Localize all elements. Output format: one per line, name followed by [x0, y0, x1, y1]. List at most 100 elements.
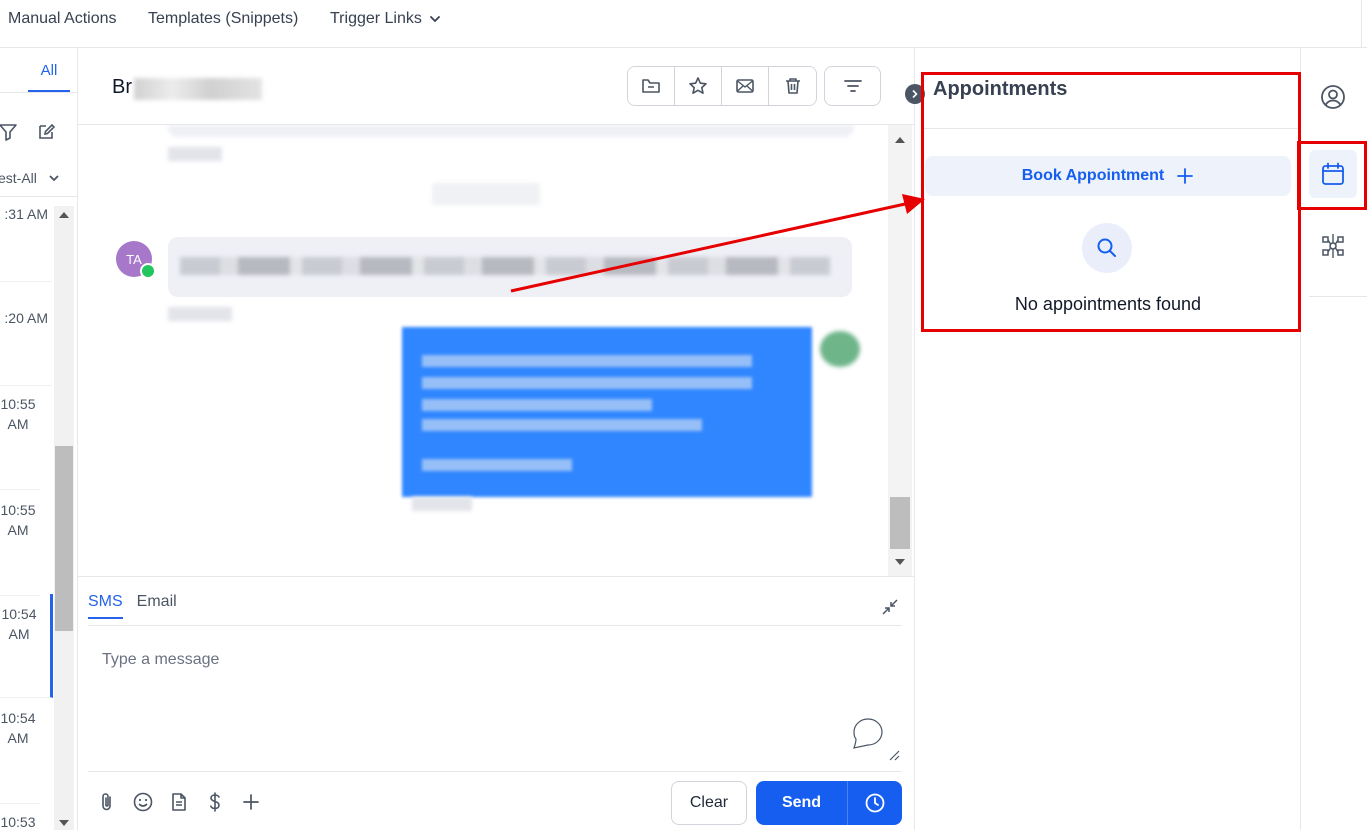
conversation-time: 10:53	[0, 814, 36, 830]
compose-icon[interactable]	[36, 122, 56, 142]
scroll-up-arrow-icon[interactable]	[895, 137, 905, 143]
conversation-actions	[627, 66, 817, 106]
filter-dropdown[interactable]: est-All	[0, 170, 61, 186]
automation-network-icon[interactable]	[1309, 222, 1357, 270]
date-separator	[432, 183, 540, 205]
manual-actions-label: Manual Actions	[8, 10, 117, 27]
trash-icon[interactable]	[769, 67, 816, 105]
avatar-initials: TA	[126, 251, 142, 267]
list-item[interactable]: 10:55 AM	[0, 394, 40, 490]
composer-divider	[88, 771, 902, 772]
avatar: TA	[116, 241, 156, 279]
schedule-clock-icon[interactable]	[848, 781, 902, 825]
tab-email[interactable]: Email	[137, 593, 177, 619]
sort-lines-icon	[842, 75, 864, 97]
message-bubble	[168, 125, 854, 137]
list-item[interactable]: :20 AM	[0, 308, 52, 386]
templates-label: Templates (Snippets)	[148, 10, 299, 27]
right-rail	[1300, 48, 1367, 830]
list-item[interactable]: :31 AM	[0, 204, 52, 282]
avatar	[820, 331, 860, 367]
collapse-icon[interactable]	[880, 597, 900, 617]
topbar-edge	[1361, 0, 1367, 48]
redacted-text	[422, 377, 752, 389]
redacted-text	[422, 419, 702, 431]
panel-divider	[923, 128, 1301, 129]
trigger-links-label: Trigger Links	[330, 10, 422, 27]
clear-button[interactable]: Clear	[671, 781, 747, 825]
plus-icon	[1176, 167, 1194, 185]
rail-divider	[1309, 296, 1367, 297]
redacted-name	[134, 78, 262, 100]
message-bubble-outgoing	[402, 327, 812, 497]
conversation-time: 10:54 AM	[1, 606, 37, 642]
conversation-time: :20 AM	[4, 310, 48, 326]
star-icon[interactable]	[675, 67, 722, 105]
message-composer: SMS Email Clear Send	[78, 576, 914, 830]
list-item[interactable]: 10:55 AM	[0, 500, 40, 596]
scroll-down-arrow-icon[interactable]	[895, 559, 905, 565]
list-item[interactable]: 10:54 AM	[0, 594, 53, 698]
conversation-time: 10:55 AM	[0, 502, 36, 538]
redacted-text	[422, 355, 752, 367]
redacted-text	[422, 459, 572, 471]
scroll-down-arrow-icon[interactable]	[59, 820, 69, 826]
filter-icon[interactable]	[0, 122, 18, 142]
scrollbar-thumb[interactable]	[55, 446, 73, 631]
mail-icon[interactable]	[722, 67, 769, 105]
message-bubble	[168, 237, 852, 297]
conversation-time: 10:54 AM	[0, 710, 36, 746]
sort-button[interactable]	[824, 66, 881, 106]
redacted-text	[180, 257, 830, 275]
chevron-down-icon	[47, 171, 61, 185]
payment-dollar-icon[interactable]	[204, 791, 226, 813]
scrollbar-thumb[interactable]	[890, 497, 910, 549]
chat-bubble-icon	[850, 717, 886, 753]
tab-all[interactable]: All	[28, 60, 70, 92]
conversation-time: 10:55 AM	[0, 396, 36, 432]
list-item[interactable]: 10:53	[0, 812, 40, 830]
panel-title: Appointments	[933, 78, 1068, 100]
book-appointment-label: Book Appointment	[1021, 167, 1165, 184]
conversation-time: :31 AM	[4, 206, 48, 222]
message-scrollbar[interactable]	[888, 125, 912, 576]
chevron-down-icon	[428, 12, 442, 26]
tab-divider	[88, 625, 902, 626]
scroll-up-arrow-icon[interactable]	[59, 212, 69, 218]
collapse-panel-icon[interactable]	[905, 84, 925, 104]
emoji-icon[interactable]	[132, 791, 154, 813]
conversation-list-panel: All est-All :31 AM :20 AM 10:55 AM 10:55…	[0, 48, 78, 830]
redacted-text	[422, 399, 652, 411]
send-button-group: Send	[756, 781, 902, 825]
message-timestamp	[168, 307, 232, 321]
message-timestamp	[412, 497, 472, 511]
attachment-icon[interactable]	[96, 791, 118, 813]
trigger-links-dropdown[interactable]: Trigger Links	[330, 10, 442, 28]
tab-divider	[0, 92, 77, 93]
list-divider	[0, 196, 77, 197]
tab-sms[interactable]: SMS	[88, 593, 123, 619]
resize-handle-icon[interactable]	[888, 749, 900, 761]
search-icon	[1082, 223, 1132, 273]
manual-actions-link[interactable]: Manual Actions	[8, 10, 117, 28]
book-appointment-button[interactable]: Book Appointment	[925, 156, 1291, 196]
send-button[interactable]: Send	[756, 781, 848, 825]
contact-name: Br	[112, 76, 132, 98]
conversation-list-scrollbar[interactable]	[54, 206, 74, 830]
message-timestamp	[168, 147, 222, 161]
templates-link[interactable]: Templates (Snippets)	[148, 10, 298, 28]
template-document-icon[interactable]	[168, 791, 190, 813]
message-thread: TA	[78, 125, 914, 576]
conversation-header: Br	[78, 48, 914, 125]
plus-icon[interactable]	[240, 791, 262, 813]
appointments-panel: Appointments Book Appointment No appoint…	[905, 48, 1301, 830]
calendar-icon[interactable]	[1309, 150, 1357, 198]
contact-profile-icon[interactable]	[1309, 73, 1357, 121]
empty-state-text: No appointments found	[1014, 294, 1202, 314]
folder-icon[interactable]	[628, 67, 675, 105]
message-input[interactable]	[88, 637, 902, 767]
email-badge-icon	[140, 263, 156, 279]
filter-label: est-All	[0, 170, 37, 186]
top-toolbar: Manual Actions Templates (Snippets) Trig…	[0, 0, 1367, 48]
list-item[interactable]: 10:54 AM	[0, 708, 40, 804]
